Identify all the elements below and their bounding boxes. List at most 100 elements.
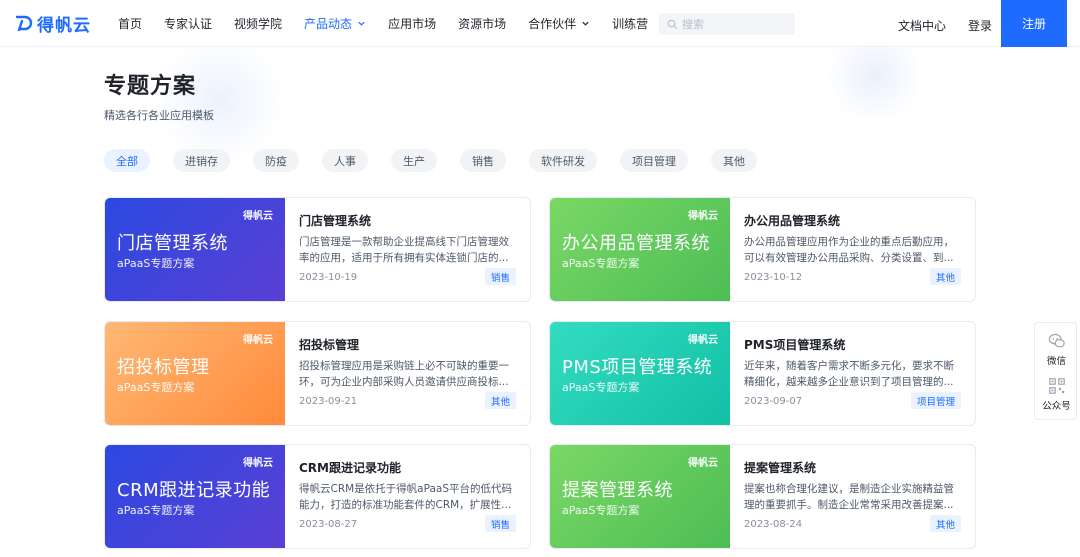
category-tag: 销售	[484, 515, 516, 532]
nav-label: 合作伙伴	[528, 17, 577, 31]
solution-card[interactable]: 得帆云 招投标管理 aPaaS专题方案 招投标管理 招投标管理应用是采购链上必不…	[104, 321, 531, 426]
banner-logo: 得帆云	[688, 335, 718, 346]
banner-subtitle: aPaaS专题方案	[117, 381, 195, 394]
category-tag: 其他	[929, 515, 961, 532]
card-date: 2023-09-21	[299, 396, 358, 407]
filter-other[interactable]: 其他	[711, 149, 757, 172]
nav-item-app-market[interactable]: 应用市场	[388, 15, 436, 32]
chevron-down-icon	[582, 21, 589, 26]
card-banner: 得帆云 PMS项目管理系统 aPaaS专题方案	[550, 322, 730, 425]
banner-title: CRM跟进记录功能	[117, 480, 271, 501]
page-subtitle: 精选各行各业应用模板	[104, 109, 214, 122]
banner-subtitle: aPaaS专题方案	[562, 504, 640, 517]
filter-project-mgmt[interactable]: 项目管理	[620, 149, 688, 172]
wechat-button[interactable]: 微信	[1035, 332, 1078, 367]
nav-label: 产品动态	[304, 17, 353, 31]
banner-logo: 得帆云	[688, 458, 718, 469]
solution-card[interactable]: 得帆云 CRM跟进记录功能 aPaaS专题方案 CRM跟进记录功能 得帆云CRM…	[104, 444, 531, 549]
banner-subtitle: aPaaS专题方案	[117, 257, 195, 270]
banner-title: 门店管理系统	[117, 233, 228, 254]
card-title: 办公用品管理系统	[744, 214, 841, 228]
nav-item-home[interactable]: 首页	[118, 15, 142, 32]
card-description: 得帆云CRM是依托于得帆aPaaS平台的低代码能力，打造的标准功能套件的CRM，…	[299, 483, 513, 511]
card-description: 招投标管理应用是采购链上必不可缺的重要一环，可为企业内部采购人员邀请供应商投标.…	[299, 360, 509, 388]
card-description: 办公用品管理应用作为企业的重点后勤应用，可以有效管理办公用品采购、分类设置、到.…	[744, 236, 954, 264]
banner-title: PMS项目管理系统	[562, 357, 713, 378]
nav-label: 训练营	[612, 17, 649, 31]
card-date: 2023-08-24	[744, 519, 803, 530]
card-title: 门店管理系统	[299, 214, 372, 228]
background-decoration-left	[150, 40, 290, 160]
card-banner: 得帆云 门店管理系统 aPaaS专题方案	[105, 198, 285, 301]
docs-center-link[interactable]: 文档中心	[898, 17, 946, 34]
top-navbar: 得帆云 首页 专家认证 视频学院 产品动态 应用市场 资源市场 合作伙伴 训练营…	[0, 0, 1080, 47]
banner-logo: 得帆云	[243, 335, 273, 346]
nav-label: 首页	[118, 17, 143, 31]
card-date: 2023-10-19	[299, 272, 358, 283]
card-title: 招投标管理	[299, 338, 360, 352]
filter-hr[interactable]: 人事	[322, 149, 368, 172]
card-description: 提案也称合理化建议，是制造企业实施精益管理的重要抓手。制造企业常常采用改善提案.…	[744, 483, 954, 511]
wechat-label: 微信	[1046, 356, 1066, 367]
qr-code-icon	[1048, 378, 1065, 394]
page-title: 专题方案	[104, 74, 197, 99]
solution-card[interactable]: 得帆云 提案管理系统 aPaaS专题方案 提案管理系统 提案也称合理化建议，是制…	[549, 444, 976, 549]
card-description: 近年来，随着客户需求不断多元化，要求不断精细化，越来越多企业意识到了项目管理的.…	[744, 360, 954, 388]
search-icon	[667, 19, 678, 29]
login-link[interactable]: 登录	[968, 17, 992, 34]
nav-item-resource-market[interactable]: 资源市场	[458, 15, 506, 32]
card-date: 2023-10-12	[744, 272, 803, 283]
search-box[interactable]	[659, 13, 795, 35]
nav-item-video-academy[interactable]: 视频学院	[234, 15, 282, 32]
official-account-button[interactable]: 公众号	[1035, 377, 1078, 412]
banner-title: 办公用品管理系统	[562, 233, 710, 254]
card-description: 门店管理是一款帮助企业提高线下门店管理效率的应用，适用于所有拥有实体连锁门店的.…	[299, 236, 509, 264]
category-tag: 其他	[929, 268, 961, 285]
filter-epidemic[interactable]: 防疫	[253, 149, 299, 172]
solution-card[interactable]: 得帆云 办公用品管理系统 aPaaS专题方案 办公用品管理系统 办公用品管理应用…	[549, 197, 976, 302]
banner-title: 招投标管理	[117, 357, 210, 378]
banner-subtitle: aPaaS专题方案	[117, 504, 195, 517]
card-title: PMS项目管理系统	[744, 338, 846, 352]
category-tag: 项目管理	[910, 392, 961, 409]
filter-production[interactable]: 生产	[391, 149, 437, 172]
category-filter-bar: 全部 进销存 防疫 人事 生产 销售 软件研发 项目管理 其他	[104, 149, 780, 172]
logo-text: 得帆云	[37, 15, 91, 36]
banner-logo: 得帆云	[243, 458, 273, 469]
brand-logo[interactable]: 得帆云	[14, 10, 91, 36]
card-title: 提案管理系统	[744, 461, 817, 475]
banner-logo: 得帆云	[243, 211, 273, 222]
register-button[interactable]: 注册	[1001, 0, 1067, 47]
filter-sales[interactable]: 销售	[460, 149, 506, 172]
chevron-down-icon	[358, 21, 365, 26]
filter-software-dev[interactable]: 软件研发	[529, 149, 597, 172]
nav-label: 专家认证	[164, 17, 213, 31]
solution-card[interactable]: 得帆云 门店管理系统 aPaaS专题方案 门店管理系统 门店管理是一款帮助企业提…	[104, 197, 531, 302]
official-account-label: 公众号	[1042, 401, 1071, 412]
floating-contact-widget: 微信 公众号	[1034, 322, 1077, 420]
nav-item-training-camp[interactable]: 训练营	[612, 15, 648, 32]
filter-all[interactable]: 全部	[104, 149, 150, 172]
card-banner: 得帆云 提案管理系统 aPaaS专题方案	[550, 445, 730, 548]
banner-logo: 得帆云	[688, 211, 718, 222]
nav-item-expert-cert[interactable]: 专家认证	[164, 15, 212, 32]
card-banner: 得帆云 办公用品管理系统 aPaaS专题方案	[550, 198, 730, 301]
nav-label: 资源市场	[458, 17, 507, 31]
search-input[interactable]	[682, 17, 792, 31]
filter-inventory[interactable]: 进销存	[173, 149, 230, 172]
card-date: 2023-08-27	[299, 519, 358, 530]
card-banner: 得帆云 招投标管理 aPaaS专题方案	[105, 322, 285, 425]
nav-label: 应用市场	[388, 17, 437, 31]
solution-card[interactable]: 得帆云 PMS项目管理系统 aPaaS专题方案 PMS项目管理系统 近年来，随着…	[549, 321, 976, 426]
logo-icon	[15, 15, 33, 32]
banner-subtitle: aPaaS专题方案	[562, 257, 640, 270]
wechat-icon	[1048, 333, 1065, 348]
card-banner: 得帆云 CRM跟进记录功能 aPaaS专题方案	[105, 445, 285, 548]
category-tag: 销售	[484, 268, 516, 285]
main-nav: 首页 专家认证 视频学院 产品动态 应用市场 资源市场 合作伙伴 训练营	[118, 0, 670, 47]
banner-subtitle: aPaaS专题方案	[562, 381, 640, 394]
nav-item-partners[interactable]: 合作伙伴	[528, 15, 590, 32]
card-date: 2023-09-07	[744, 396, 803, 407]
nav-item-product-news[interactable]: 产品动态	[304, 15, 366, 32]
nav-label: 视频学院	[234, 17, 283, 31]
